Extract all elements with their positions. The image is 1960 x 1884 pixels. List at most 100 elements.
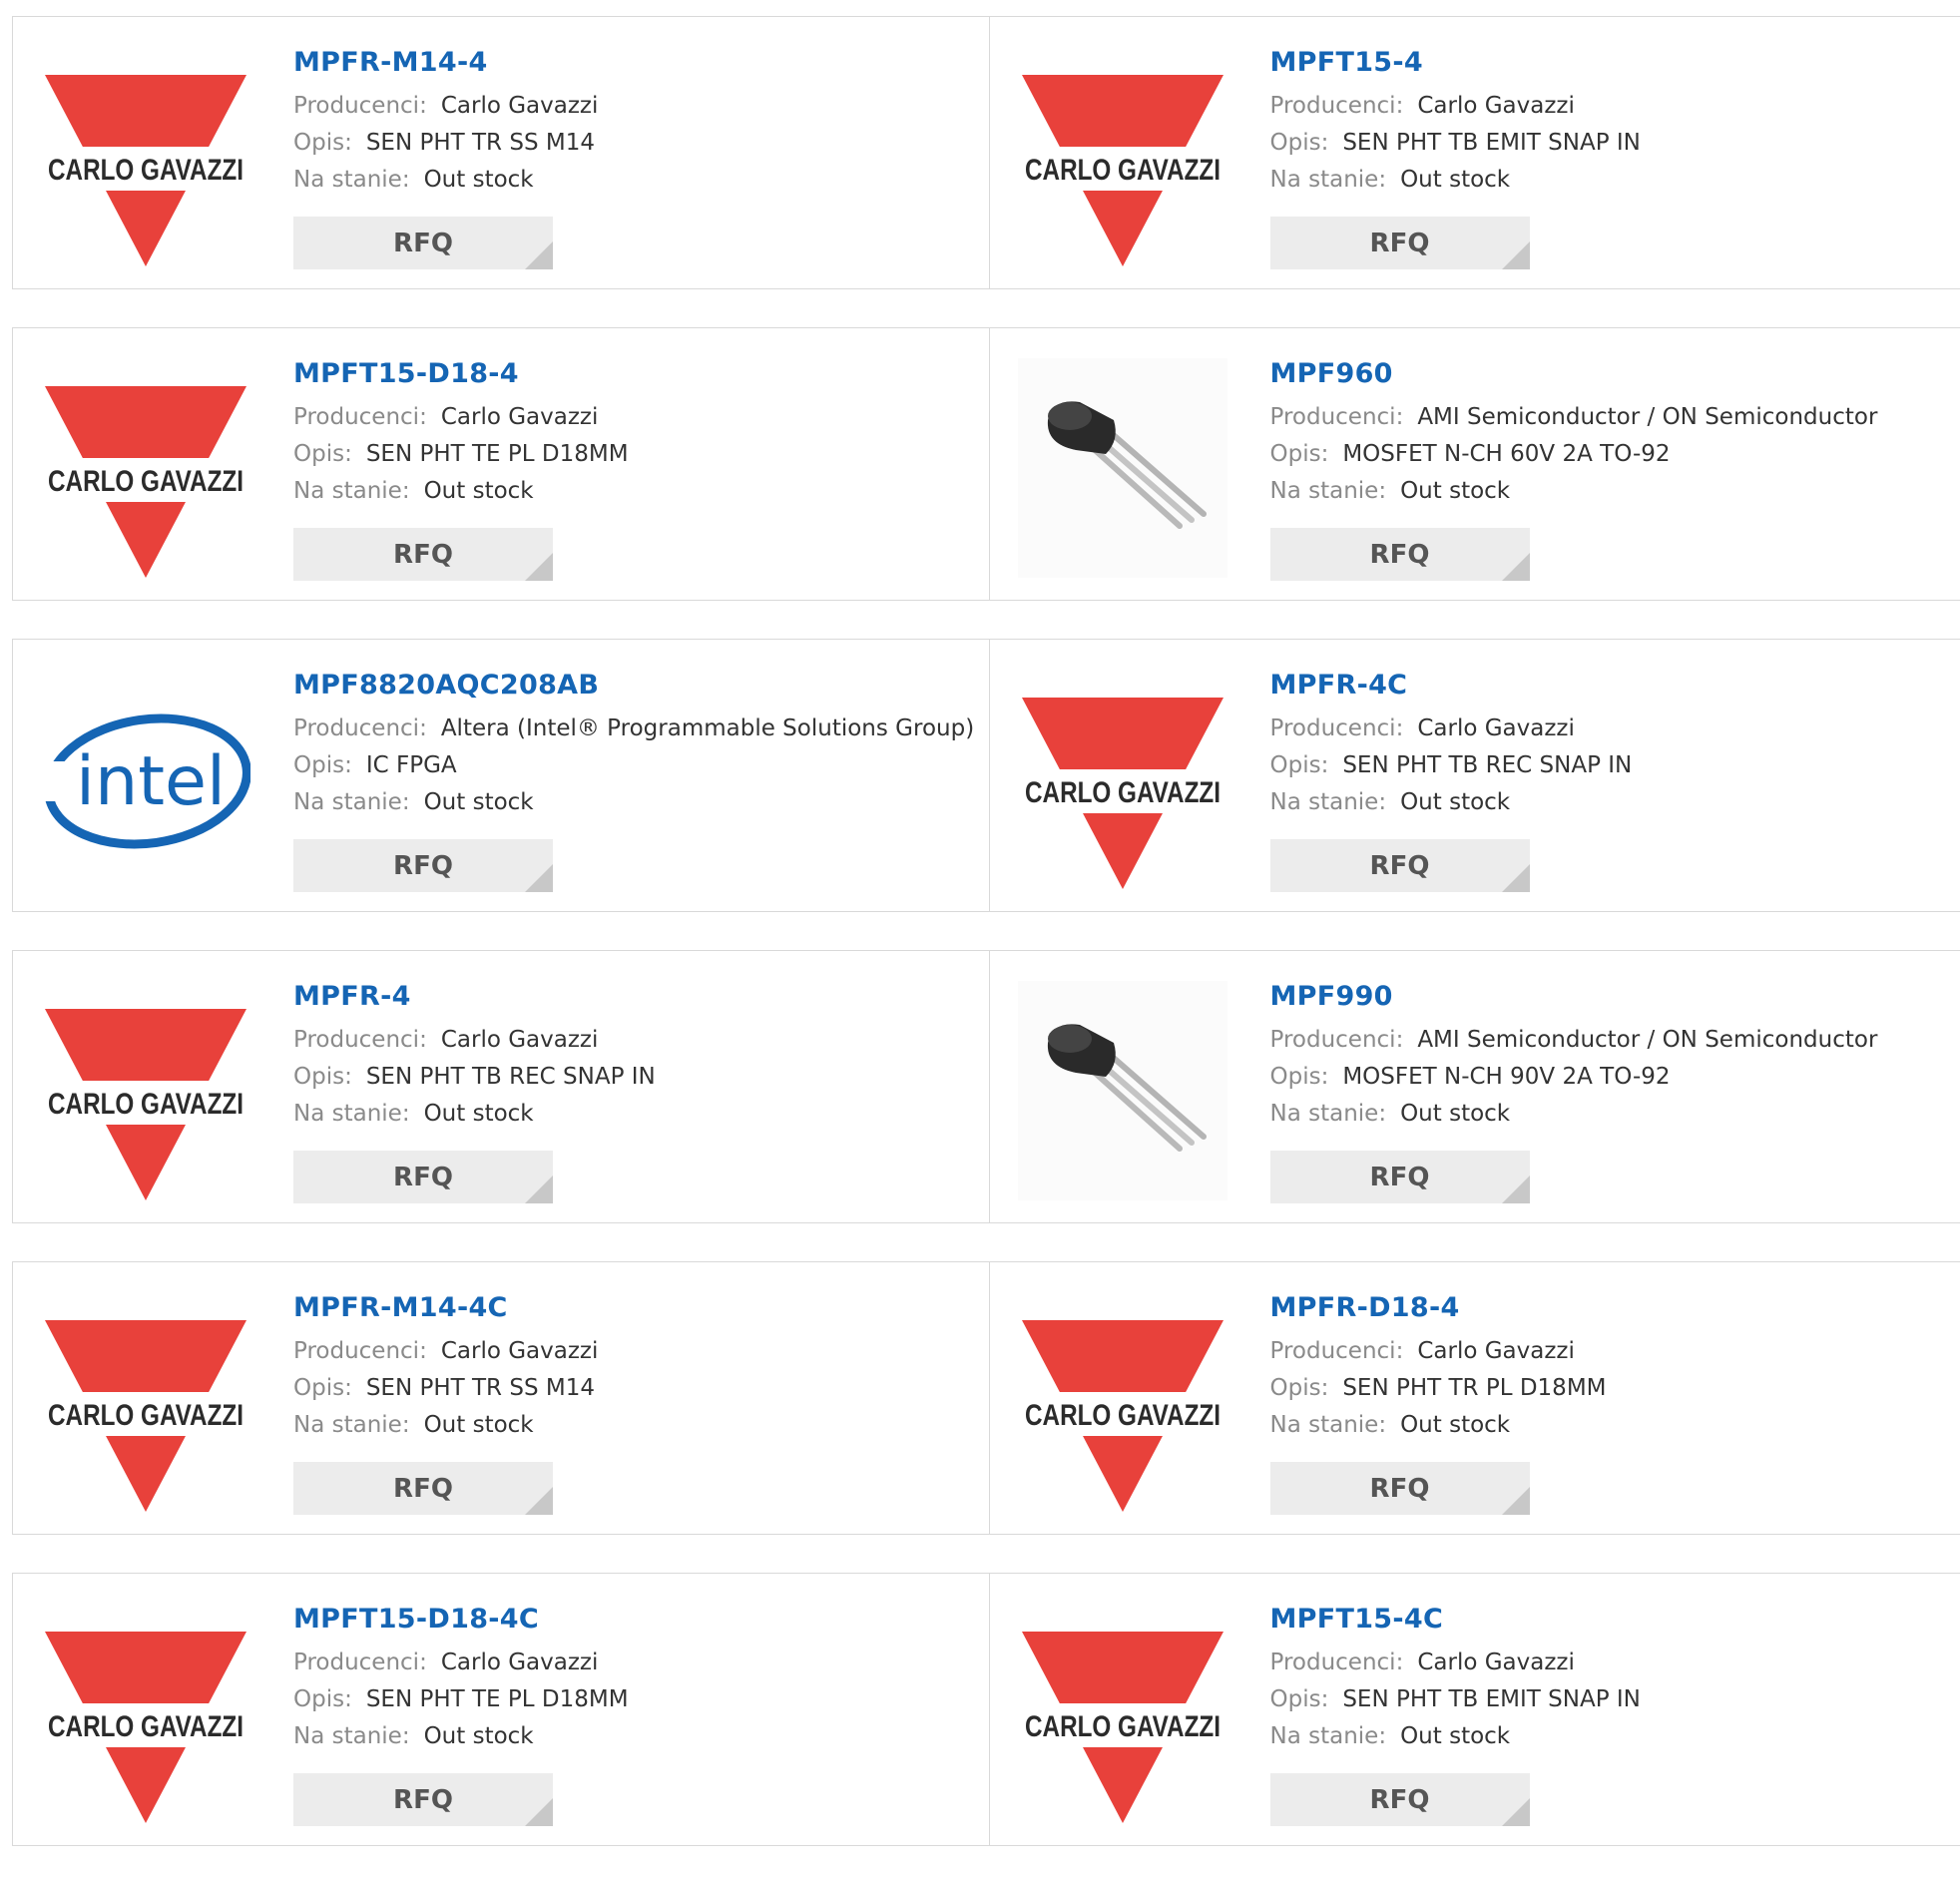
carlo-gavazzi-logo-icon[interactable]: CARLO GAVAZZI [41,1292,250,1512]
rfq-button-label: RFQ [393,540,453,570]
corner-fold-icon [525,241,553,269]
product-card: CARLO GAVAZZIMPFT15-D18-4CProducenci:Car… [13,1574,989,1845]
part-number-link[interactable]: MPF990 [1270,980,1951,1014]
to92-transistor-image-icon[interactable] [1018,358,1227,578]
rfq-button[interactable]: RFQ [293,1462,553,1515]
brand-wordmark: CARLO GAVAZZI [1025,154,1221,187]
product-row: CARLO GAVAZZIMPFR-M14-4CProducenci:Carlo… [12,1261,1960,1535]
part-number-link[interactable]: MPFR-4 [293,980,979,1014]
part-number-link[interactable]: MPF960 [1270,357,1951,391]
part-number-link[interactable]: MPFR-M14-4C [293,1291,979,1325]
manufacturer-label: Producenci: [293,715,427,741]
description-label: Opis: [293,1375,352,1401]
manufacturer-label: Producenci: [293,93,427,119]
corner-fold-icon [1502,1798,1530,1826]
brand-wordmark: CARLO GAVAZZI [1025,1710,1221,1743]
to92-transistor-image-icon[interactable] [1018,981,1227,1200]
stock-value: Out stock [1400,1101,1510,1127]
carlo-gavazzi-logo-icon[interactable]: CARLO GAVAZZI [1018,670,1227,889]
rfq-button[interactable]: RFQ [1270,839,1530,892]
product-info: MPFT15-4 Producenci: Carlo Gavazzi Opis:SEN… [1270,46,1951,199]
description-row: Opis:MOSFET N-CH 90V 2A TO-92 [1270,1059,1951,1096]
rfq-button[interactable]: RFQ [293,528,553,581]
stock-value: Out stock [1400,1723,1510,1749]
description-value: SEN PHT TR SS M14 [366,1375,595,1401]
corner-fold-icon [525,1798,553,1826]
carlo-gavazzi-logo-icon[interactable]: CARLO GAVAZZI [1018,1292,1227,1512]
description-row: Opis:SEN PHT TR SS M14 [293,125,979,162]
description-value: SEN PHT TB REC SNAP IN [1342,752,1632,778]
manufacturer-row: Producenci: Carlo Gavazzi [1270,88,1951,125]
manufacturer-value: AMI Semiconductor / ON Semiconductor [1417,1027,1877,1053]
stock-value: Out stock [424,478,534,504]
manufacturer-row: Producenci:Carlo Gavazzi [293,88,979,125]
stock-value: Out stock [424,1101,534,1127]
product-row: CARLO GAVAZZIMPFT15-D18-4CProducenci:Car… [12,1573,1960,1846]
description-value: SEN PHT TR PL D18MM [1342,1375,1606,1401]
description-row: Opis:SEN PHT TR PL D18MM [1270,1370,1951,1407]
corner-fold-icon [1502,241,1530,269]
carlo-gavazzi-logo-icon[interactable]: CARLO GAVAZZI [1018,1604,1227,1823]
product-row: CARLO GAVAZZIMPFR-4Producenci:Carlo Gava… [12,950,1960,1223]
part-number-link[interactable]: MPFT15-D18-4C [293,1603,979,1637]
part-number-link[interactable]: MPFR-D18-4 [1270,1291,1951,1325]
carlo-gavazzi-logo-icon[interactable]: CARLO GAVAZZI [41,981,250,1200]
manufacturer-value: Carlo Gavazzi [1417,1338,1575,1364]
stock-label: Na stanie: [1270,478,1387,504]
carlo-gavazzi-logo-icon[interactable]: CARLO GAVAZZI [41,358,250,578]
rfq-button[interactable]: RFQ [1270,1773,1530,1826]
brand-wordmark: CARLO GAVAZZI [1025,776,1221,809]
description-row: Opis:SEN PHT TB EMIT SNAP IN [1270,125,1951,162]
brand-wordmark: CARLO GAVAZZI [48,1399,244,1432]
part-number-link[interactable]: MPFT15-4C [1270,1603,1951,1637]
product-card: CARLO GAVAZZIMPFR-M14-4CProducenci:Carlo… [13,1262,989,1534]
rfq-button[interactable]: RFQ [293,217,553,269]
description-row: Opis:SEN PHT TB REC SNAP IN [1270,747,1951,784]
rfq-button[interactable]: RFQ [293,1773,553,1826]
rfq-button-label: RFQ [393,1474,453,1504]
manufacturer-label: Producenci: [1270,715,1404,741]
intel-logo-icon[interactable]: intel [41,670,250,889]
rfq-button[interactable]: RFQ [1270,1462,1530,1515]
part-number-link[interactable]: MPFT15-4 [1270,46,1951,80]
stock-value: Out stock [424,1412,534,1438]
part-number-link[interactable]: MPF8820AQC208AB [293,669,979,703]
brand-wordmark: CARLO GAVAZZI [48,1088,244,1121]
carlo-gavazzi-logo-icon[interactable]: CARLO GAVAZZI [41,47,250,266]
manufacturer-value: Carlo Gavazzi [1417,93,1575,119]
stock-value: Out stock [424,167,534,193]
manufacturer-row: Producenci:Carlo Gavazzi [1270,710,1951,747]
stock-value: Out stock [424,789,534,815]
stock-value: Out stock [1400,789,1510,815]
stock-label: Na stanie: [1270,1723,1387,1749]
product-card: CARLO GAVAZZIMPFT15-D18-4Producenci:Carl… [13,328,989,600]
stock-row: Na stanie:Out stock [1270,162,1951,199]
description-value: SEN PHT TB REC SNAP IN [366,1064,656,1090]
rfq-button[interactable]: RFQ [1270,528,1530,581]
corner-fold-icon [1502,1176,1530,1203]
description-row: Opis:SEN PHT TB REC SNAP IN [293,1059,979,1096]
manufacturer-label: Producenci: [1270,93,1404,119]
carlo-gavazzi-logo-icon[interactable]: CARLO GAVAZZI [1018,47,1227,266]
manufacturer-label: Producenci: [293,404,427,430]
product-info: MPFT15-D18-4Producenci:Carlo GavazziOpis… [293,357,979,510]
rfq-button-label: RFQ [1370,1474,1430,1504]
rfq-button[interactable]: RFQ [1270,1151,1530,1203]
description-label: Opis: [1270,1064,1329,1090]
rfq-button-label: RFQ [393,229,453,258]
rfq-button-label: RFQ [1370,229,1430,258]
stock-row: Na stanie:Out stock [293,162,979,199]
part-number-link[interactable]: MPFT15-D18-4 [293,357,979,391]
rfq-button-label: RFQ [1370,851,1430,881]
carlo-gavazzi-logo-icon[interactable]: CARLO GAVAZZI [41,1604,250,1823]
product-info: MPF960Producenci:AMI Semiconductor / ON … [1270,357,1951,510]
rfq-button[interactable]: RFQ [293,839,553,892]
description-label: Opis: [1270,441,1329,467]
manufacturer-row: Producenci:Altera (Intel® Programmable S… [293,710,979,747]
stock-label: Na stanie: [1270,1101,1387,1127]
rfq-button[interactable]: RFQ [1270,217,1530,269]
rfq-button[interactable]: RFQ [293,1151,553,1203]
part-number-link[interactable]: MPFR-M14-4 [293,46,979,80]
part-number-link[interactable]: MPFR-4C [1270,669,1951,703]
stock-label: Na stanie: [293,1412,410,1438]
